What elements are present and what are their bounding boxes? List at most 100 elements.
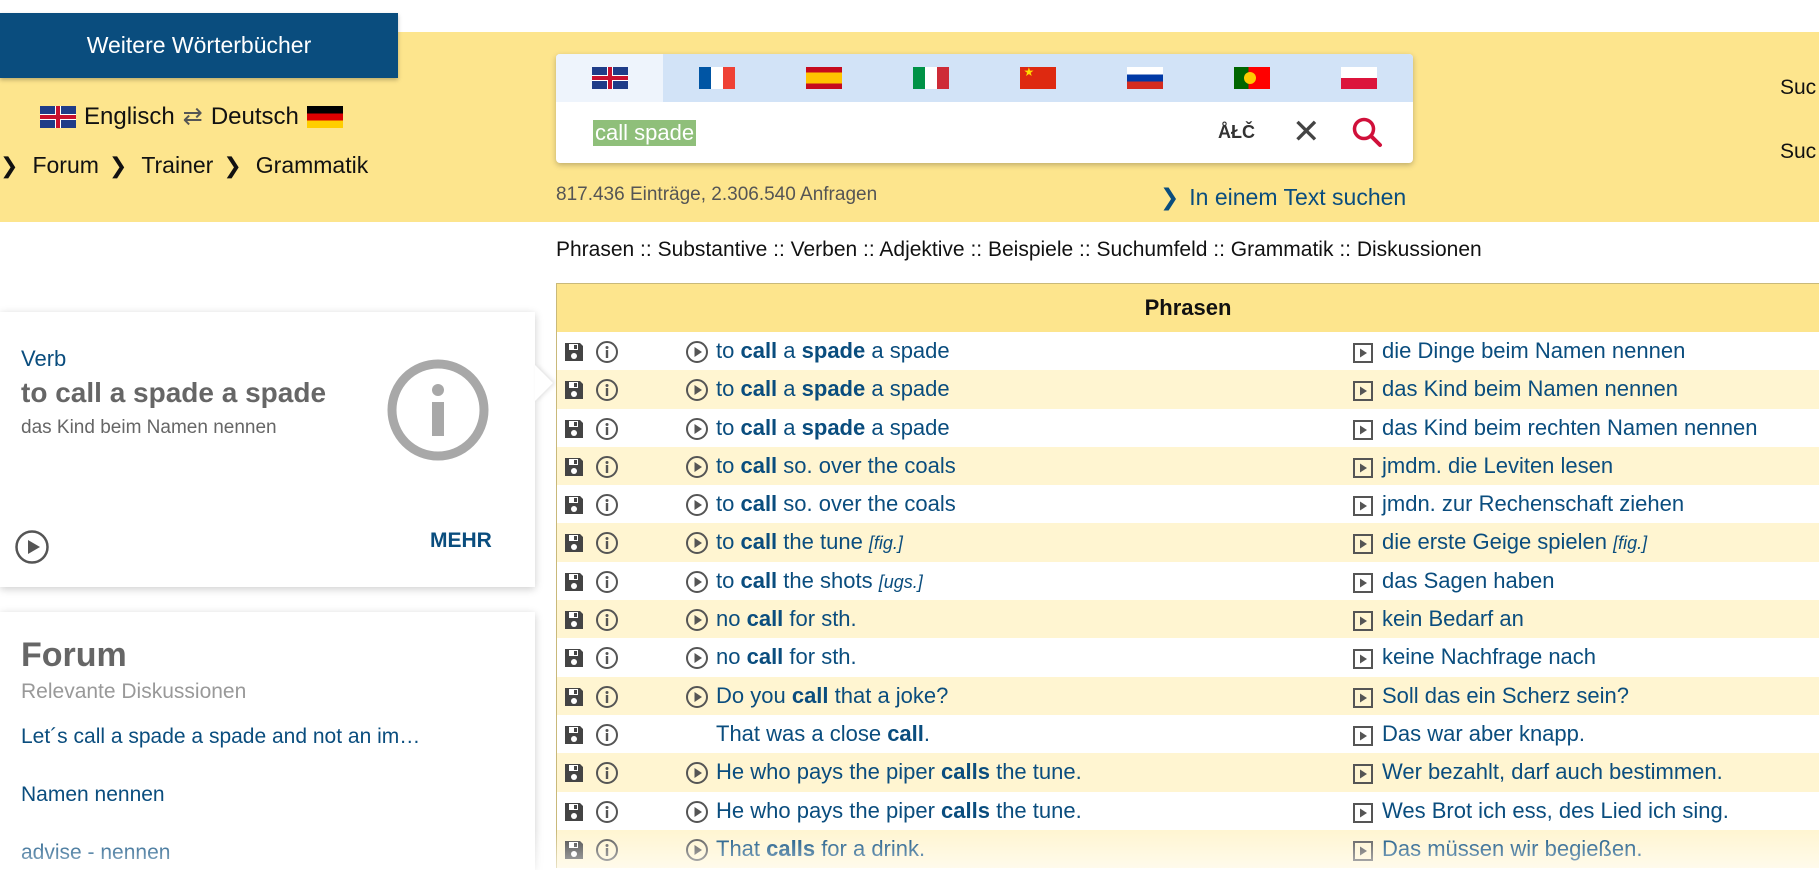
german-translation[interactable]: das Kind beim Namen nennen bbox=[1382, 376, 1678, 402]
info-icon[interactable] bbox=[595, 531, 619, 555]
more-button[interactable]: MEHR bbox=[430, 529, 492, 553]
info-icon[interactable] bbox=[595, 417, 619, 441]
info-icon[interactable] bbox=[595, 800, 619, 824]
play-audio-icon[interactable] bbox=[685, 531, 709, 555]
search-input[interactable]: call spade ÅŁČ ✕ bbox=[556, 102, 1413, 163]
german-translation[interactable]: jmdm. die Leviten lesen bbox=[1382, 453, 1613, 479]
save-icon[interactable] bbox=[563, 609, 585, 631]
search-query-text[interactable]: call spade bbox=[593, 119, 697, 146]
german-translation[interactable]: jmdn. zur Rechenschaft ziehen bbox=[1382, 491, 1684, 517]
nav-link-grammatik[interactable]: Grammatik bbox=[256, 152, 368, 179]
info-icon[interactable] bbox=[595, 646, 619, 670]
special-characters-button[interactable]: ÅŁČ bbox=[1218, 122, 1255, 143]
play-audio-icon[interactable] bbox=[685, 493, 709, 517]
play-audio-icon[interactable] bbox=[685, 761, 709, 785]
save-icon[interactable] bbox=[563, 418, 585, 440]
save-icon[interactable] bbox=[563, 762, 585, 784]
play-audio-icon[interactable] bbox=[1352, 648, 1374, 670]
english-phrase[interactable]: He who pays the piper calls the tune. bbox=[716, 759, 1082, 785]
tab-russian[interactable] bbox=[1091, 54, 1198, 102]
english-phrase[interactable]: He who pays the piper calls the tune. bbox=[716, 798, 1082, 824]
english-phrase[interactable]: to call a spade a spade bbox=[716, 415, 950, 441]
german-translation[interactable]: die Dinge beim Namen nennen bbox=[1382, 338, 1685, 364]
english-phrase[interactable]: That calls for a drink. bbox=[716, 836, 925, 862]
play-audio-icon[interactable] bbox=[1352, 380, 1374, 402]
german-translation[interactable]: Das müssen wir begießen. bbox=[1382, 836, 1642, 862]
german-translation[interactable]: das Sagen haben bbox=[1382, 568, 1555, 594]
category-link[interactable]: Suchumfeld bbox=[1097, 238, 1208, 261]
swap-languages-icon[interactable]: ⇄ bbox=[183, 102, 203, 131]
english-phrase[interactable]: to call a spade a spade bbox=[716, 376, 950, 402]
category-link[interactable]: Verben bbox=[791, 238, 858, 261]
category-link[interactable]: Substantive bbox=[658, 238, 768, 261]
nav-link-forum[interactable]: Forum bbox=[32, 152, 98, 179]
play-audio-icon[interactable] bbox=[685, 340, 709, 364]
play-audio-icon[interactable] bbox=[1352, 763, 1374, 785]
tab-polish[interactable] bbox=[1305, 54, 1412, 102]
clear-icon[interactable]: ✕ bbox=[1292, 112, 1321, 152]
play-audio-icon[interactable] bbox=[685, 838, 709, 862]
forum-link[interactable]: advise - nennen bbox=[21, 841, 170, 865]
play-audio-icon[interactable] bbox=[1352, 419, 1374, 441]
english-phrase[interactable]: to call the shots [ugs.] bbox=[716, 568, 923, 594]
german-translation[interactable]: Wer bezahlt, darf auch bestimmen. bbox=[1382, 759, 1723, 785]
play-audio-icon[interactable] bbox=[1352, 840, 1374, 862]
info-icon[interactable] bbox=[595, 685, 619, 709]
save-icon[interactable] bbox=[563, 571, 585, 593]
category-link[interactable]: Grammatik bbox=[1231, 238, 1334, 261]
nav-link-trainer[interactable]: Trainer bbox=[141, 152, 213, 179]
play-audio-icon[interactable] bbox=[1352, 802, 1374, 824]
english-phrase[interactable]: to call a spade a spade bbox=[716, 338, 950, 364]
info-icon[interactable] bbox=[595, 608, 619, 632]
english-phrase[interactable]: Do you call that a joke? bbox=[716, 683, 948, 709]
tab-spanish[interactable] bbox=[770, 54, 877, 102]
save-icon[interactable] bbox=[563, 839, 585, 861]
play-audio-icon[interactable] bbox=[1352, 572, 1374, 594]
save-icon[interactable] bbox=[563, 456, 585, 478]
forum-link[interactable]: Namen nennen bbox=[21, 783, 165, 807]
german-translation[interactable]: kein Bedarf an bbox=[1382, 606, 1524, 632]
tab-english[interactable] bbox=[556, 54, 663, 102]
text-search-link[interactable]: ❯ In einem Text suchen bbox=[1160, 184, 1406, 211]
tab-italian[interactable] bbox=[877, 54, 984, 102]
tab-french[interactable] bbox=[663, 54, 770, 102]
play-audio-icon[interactable] bbox=[14, 529, 50, 565]
save-icon[interactable] bbox=[563, 379, 585, 401]
play-audio-icon[interactable] bbox=[685, 685, 709, 709]
tab-chinese[interactable] bbox=[984, 54, 1091, 102]
info-icon[interactable] bbox=[595, 455, 619, 479]
english-phrase[interactable]: to call so. over the coals bbox=[716, 491, 956, 517]
save-icon[interactable] bbox=[563, 341, 585, 363]
play-audio-icon[interactable] bbox=[1352, 725, 1374, 747]
info-icon[interactable] bbox=[595, 340, 619, 364]
save-icon[interactable] bbox=[563, 724, 585, 746]
info-icon[interactable] bbox=[595, 570, 619, 594]
tab-portuguese[interactable] bbox=[1198, 54, 1305, 102]
play-audio-icon[interactable] bbox=[685, 800, 709, 824]
play-audio-icon[interactable] bbox=[1352, 457, 1374, 479]
info-icon[interactable] bbox=[595, 378, 619, 402]
english-phrase[interactable]: no call for sth. bbox=[716, 606, 857, 632]
play-audio-icon[interactable] bbox=[685, 417, 709, 441]
category-link[interactable]: Diskussionen bbox=[1357, 238, 1482, 261]
category-link[interactable]: Beispiele bbox=[988, 238, 1073, 261]
play-audio-icon[interactable] bbox=[1352, 495, 1374, 517]
save-icon[interactable] bbox=[563, 801, 585, 823]
german-translation[interactable]: Wes Brot ich ess, des Lied ich sing. bbox=[1382, 798, 1729, 824]
german-translation[interactable]: keine Nachfrage nach bbox=[1382, 644, 1596, 670]
play-audio-icon[interactable] bbox=[1352, 687, 1374, 709]
save-icon[interactable] bbox=[563, 494, 585, 516]
play-audio-icon[interactable] bbox=[1352, 610, 1374, 632]
play-audio-icon[interactable] bbox=[1352, 342, 1374, 364]
play-audio-icon[interactable] bbox=[1352, 533, 1374, 555]
german-translation[interactable]: Das war aber knapp. bbox=[1382, 721, 1585, 747]
info-icon[interactable] bbox=[595, 761, 619, 785]
category-link[interactable]: Adjektive bbox=[879, 238, 964, 261]
english-phrase[interactable]: to call so. over the coals bbox=[716, 453, 956, 479]
english-phrase[interactable]: That was a close call. bbox=[716, 721, 930, 747]
category-link[interactable]: Phrasen bbox=[556, 238, 634, 261]
more-dictionaries-button[interactable]: Weitere Wörterbücher bbox=[0, 13, 398, 78]
german-translation[interactable]: das Kind beim rechten Namen nennen bbox=[1382, 415, 1757, 441]
play-audio-icon[interactable] bbox=[685, 646, 709, 670]
play-audio-icon[interactable] bbox=[685, 455, 709, 479]
